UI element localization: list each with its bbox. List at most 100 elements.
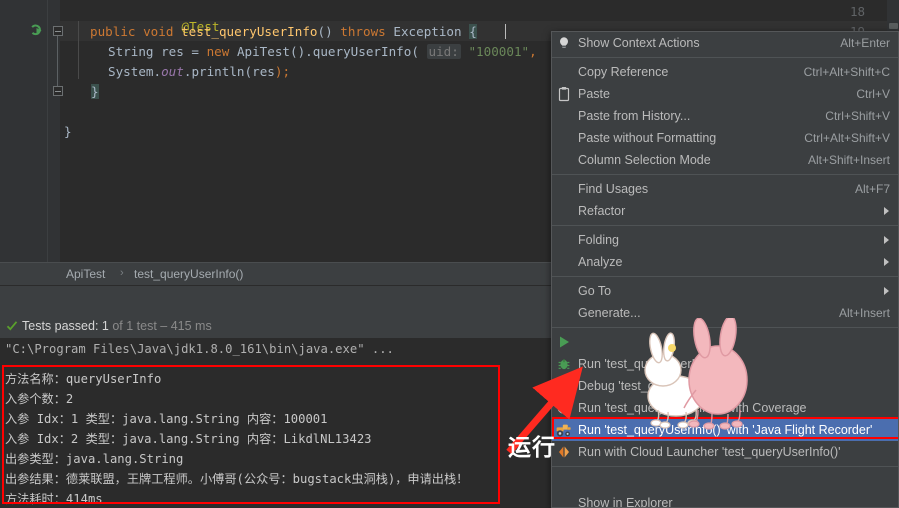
menu-accelerator: Alt+Shift+Insert [807,153,890,167]
test-status-suffix: of 1 test – 415 ms [108,319,212,333]
call-queryuserinfo: queryUserInfo [312,44,412,59]
menu-label: Refactor [578,204,626,218]
brace-open: { [469,24,477,39]
editor-context-menu[interactable]: Show Context Actions Alt+Enter Copy Refe… [551,31,899,508]
menu-item-paste[interactable]: Paste Ctrl+V [552,83,898,105]
menu-label: Run with Cloud Launcher 'test_queryUserI… [578,445,841,459]
test-status-count: 1 [101,319,109,333]
test-status-prefix: Tests passed: [22,319,102,333]
fold-stem [57,36,58,88]
code-line-24: } [64,124,72,139]
menu-separator [552,225,898,226]
menu-separator [552,174,898,175]
menu-item-edit-configuration[interactable]: Run with Cloud Launcher 'test_queryUserI… [552,441,898,463]
kw-throws: throws [340,24,386,39]
menu-accelerator: Ctrl+Alt+Shift+C [803,65,890,79]
editor-gutter[interactable] [0,0,60,262]
chevron-right-icon [884,258,889,266]
kw-public: public [90,24,136,39]
text-caret [505,24,506,39]
menu-item-show-context-actions[interactable]: Show Context Actions Alt+Enter [552,32,898,54]
menu-item-run-with-cloud-launcher[interactable]: Run 'test_queryUserInfo()' with 'Java Fl… [552,419,898,441]
menu-label: Paste without Formatting [578,131,717,145]
menu-label: Paste [578,87,610,101]
gutter-run-test-icon[interactable] [30,24,43,37]
menu-item-paste-without-formatting[interactable]: Paste without Formatting Ctrl+Alt+Shift+… [552,127,898,149]
menu-item-analyze[interactable]: Analyze [552,251,898,273]
menu-item-copy-reference[interactable]: Copy Reference Ctrl+Alt+Shift+C [552,61,898,83]
menu-label: Paste from History... [578,109,691,123]
console-line: 入参 Idx：2 类型：java.lang.String 内容：LikdlNL1… [5,432,372,446]
menu-separator [552,327,898,328]
sys-token: System [108,64,154,79]
menu-item-generate[interactable]: Generate... Alt+Insert [552,302,898,324]
menu-accelerator: Alt+F7 [854,182,890,196]
code-line-19: public void test_queryUserInfo() throws … [90,24,477,39]
menu-item-refactor[interactable]: Refactor [552,200,898,222]
menu-item-paste-from-history[interactable]: Paste from History... Ctrl+Shift+V [552,105,898,127]
lightbulb-icon [556,35,572,51]
menu-item-folding[interactable]: Folding [552,229,898,251]
check-icon [6,320,18,332]
menu-item-run-with-jfr[interactable]: Run 'test_queryUserInfo()' with Coverage [552,397,898,419]
breadcrumb-method[interactable]: test_queryUserInfo() [134,267,243,281]
res-arg: res [252,64,275,79]
chevron-right-icon [884,287,889,295]
menu-label: Debug 'test_queryUserInfo()' [578,379,738,393]
var-res: res [161,44,184,59]
console-line: 方法耗时：414ms [5,492,103,506]
breadcrumb-separator: › [120,267,124,279]
tractor-launcher-icon [556,422,572,438]
menu-item-run-test[interactable] [552,331,898,353]
menu-label: Go To [578,284,612,298]
menu-label: Copy Reference [578,65,669,79]
scrollbar-thumb[interactable] [889,23,898,29]
run-green-arrow-icon [556,334,572,350]
string-literal-uid: "100001" [468,44,530,59]
menu-label: Folding [578,233,619,247]
debug-bug-icon [556,356,572,372]
edit-config-icon [556,444,572,460]
fold-widget-collapse[interactable] [53,26,63,36]
kw-new: new [206,44,230,59]
menu-accelerator: Alt+Enter [840,36,890,50]
println-token: println [191,64,245,79]
menu-item-column-selection-mode[interactable]: Column Selection Mode Alt+Shift+Insert [552,149,898,171]
out-token: out [161,64,184,79]
menu-item-show-in-explorer[interactable] [552,470,898,492]
console-line: 入参个数：2 [5,392,74,406]
menu-accelerator: Ctrl+V [856,87,890,101]
menu-label: Analyze [578,255,623,269]
fold-widget-collapse[interactable] [53,86,63,96]
menu-accelerator: Alt+Insert [838,306,890,320]
code-line-22: } [91,84,99,99]
console-line: 出参结果：德莱联盟，王牌工程师。小傅哥(公众号：bugstack虫洞栈)，申请出… [5,472,469,486]
param-hint-uid: uid: [426,44,461,59]
menu-item-run-with-coverage[interactable]: Debug 'test_queryUserInfo()' [552,375,898,397]
menu-label: Show in Explorer [578,496,673,508]
indent-guide [78,21,79,79]
method-name-token: test_queryUserInfo [181,24,318,39]
menu-label: Column Selection Mode [578,153,711,167]
menu-label: Generate... [578,306,641,320]
console-line: 方法名称：queryUserInfo [5,372,162,386]
menu-item-debug-test[interactable]: Run 'test_queryUserInfo()' [552,353,898,375]
menu-accelerator: Ctrl+Alt+Shift+V [804,131,890,145]
coverage-icon [556,378,572,394]
console-line: 出参类型：java.lang.String [5,452,184,466]
code-line-20: String res = new ApiTest().queryUserInfo… [108,44,594,59]
menu-item-go-to[interactable]: Go To [552,280,898,302]
menu-label: Run 'test_queryUserInfo()' with 'Java Fl… [578,423,873,437]
fold-rail [47,0,48,262]
menu-label: Find Usages [578,182,649,196]
menu-item-find-usages[interactable]: Find Usages Alt+F7 [552,178,898,200]
console-line: 入参 Idx：1 类型：java.lang.String 内容：100001 [5,412,328,426]
menu-item-file-path[interactable]: Show in Explorer [552,492,898,508]
menu-accelerator: Ctrl+Shift+V [825,109,890,123]
menu-separator [552,57,898,58]
menu-separator [552,466,898,467]
ctor-apitest: ApiTest [236,44,291,59]
test-status-text: Tests passed: 1 of 1 test – 415 ms [22,319,212,333]
breadcrumb-class[interactable]: ApiTest [66,267,105,281]
menu-label: Run 'test_queryUserInfo()' with Coverage [578,401,807,415]
